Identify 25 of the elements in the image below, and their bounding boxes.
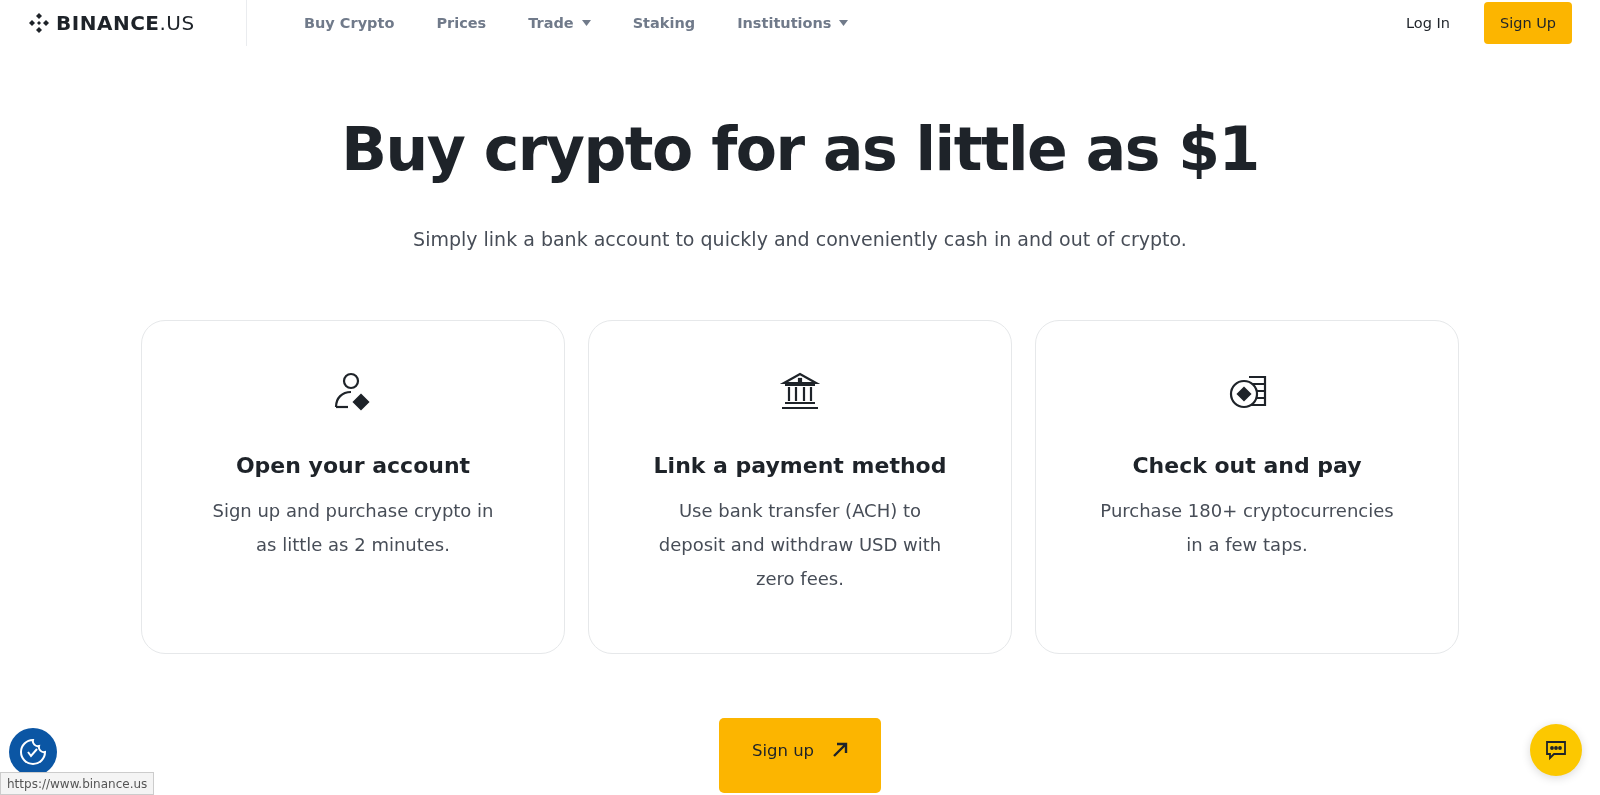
chat-button[interactable] — [1530, 724, 1582, 776]
caret-icon — [839, 20, 849, 26]
status-bar-url: https://www.binance.us — [0, 772, 155, 795]
nav-link[interactable]: Prices — [436, 15, 487, 31]
signup-button[interactable]: Sign Up — [1484, 2, 1572, 44]
arrow-icon — [832, 742, 849, 758]
card-text: Purchase 180+ cryptocurrencies in a few taps. — [1099, 499, 1395, 557]
logo-text[interactable]: BINANCE.US — [56, 11, 195, 35]
card-text: Use bank transfer (ACH) to deposit and withdraw USD with zero fees. — [657, 499, 943, 591]
nav-link[interactable]: Institutions — [737, 15, 849, 31]
nav-link[interactable]: Buy Crypto — [304, 15, 395, 31]
card-title: Check out and pay — [1132, 453, 1362, 478]
card-title: Open your account — [235, 453, 471, 478]
cookie-icon — [18, 737, 48, 767]
hero-subtitle: Simply link a bank account to quickly and conveniently cash in and out of crypto. — [412, 228, 1188, 250]
nav-link[interactable]: Trade — [528, 15, 591, 31]
logo-icon — [28, 12, 50, 34]
nav-link[interactable]: Staking — [632, 15, 696, 31]
card-text: Sign up and purchase crypto in as little as 2 minutes. — [211, 499, 495, 557]
login-link[interactable]: Log In — [1406, 15, 1450, 31]
chat-icon — [1545, 739, 1567, 761]
hero-title: Buy crypto for as little as $1 — [340, 114, 1260, 184]
card-title: Link a payment method — [653, 453, 947, 478]
caret-icon — [581, 20, 591, 26]
signup-button[interactable]: Sign up — [719, 718, 881, 793]
